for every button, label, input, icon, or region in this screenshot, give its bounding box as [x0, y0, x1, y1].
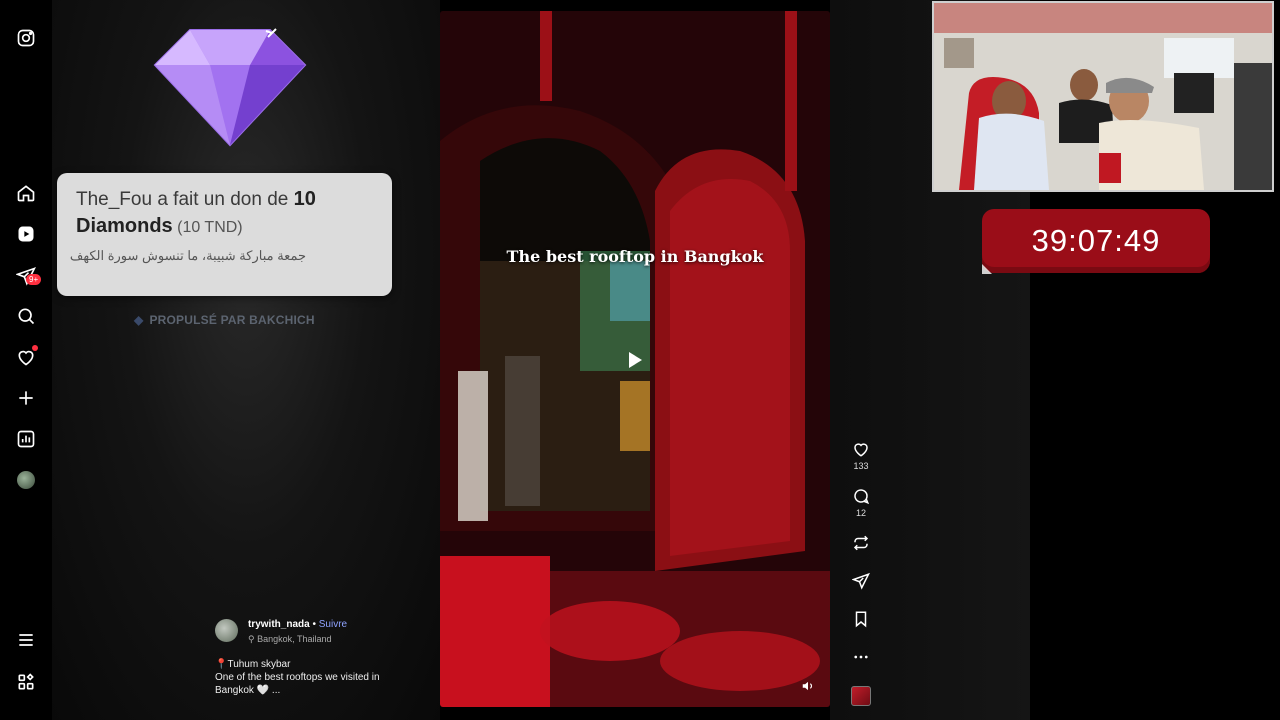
follow-button[interactable]: Suivre — [319, 619, 347, 630]
ellipsis-icon — [854, 655, 868, 659]
send-icon — [852, 572, 870, 590]
location-label: Bangkok, Thailand — [257, 634, 332, 644]
comment-count: 12 — [855, 508, 866, 518]
post-username[interactable]: trywith_nada — [248, 619, 310, 630]
video-caption: The best rooftop in Bangkok — [506, 247, 764, 266]
play-icon[interactable] — [627, 351, 643, 374]
reels-icon[interactable] — [14, 222, 38, 246]
donation-headline: The_Fou a fait un don de 10 Diamonds (10… — [76, 186, 376, 241]
sidebar: 9+ — [0, 0, 52, 720]
home-icon[interactable] — [14, 181, 38, 205]
post-caption[interactable]: 📍Tuhum skybar One of the best rooftops w… — [215, 658, 415, 697]
reel-video[interactable]: The best rooftop in Bangkok — [440, 11, 830, 707]
separator: • — [309, 619, 319, 630]
webcam-overlay — [932, 1, 1274, 192]
diamond-icon — [150, 25, 310, 150]
notifications-icon[interactable] — [14, 345, 38, 369]
instagram-icon[interactable] — [14, 26, 38, 50]
audio-thumbnail[interactable] — [851, 686, 871, 706]
notification-dot — [32, 345, 38, 351]
donation-converted: (10 TND) — [172, 219, 243, 236]
dashboard-icon[interactable] — [14, 427, 38, 451]
post-avatar[interactable] — [215, 619, 238, 642]
comment-icon — [854, 489, 870, 505]
powered-by-label: PROPULSÉ PAR BAKCHICH — [149, 313, 315, 327]
donation-message: جمعة مباركة شبيبة، ما تنسوش سورة الكهف — [69, 248, 306, 263]
messages-icon[interactable]: 9+ — [14, 264, 42, 288]
bookmark-icon — [855, 611, 867, 628]
repost-button[interactable] — [851, 534, 871, 552]
timer-text: 39:07:49 — [1031, 223, 1161, 258]
volume-icon[interactable] — [801, 679, 817, 695]
post-location[interactable]: ⚲ Bangkok, Thailand — [248, 634, 331, 645]
create-icon[interactable] — [14, 386, 38, 410]
menu-icon[interactable] — [14, 628, 38, 652]
donor-name: The_Fou — [76, 189, 153, 210]
caption-line-1: 📍Tuhum skybar — [215, 659, 291, 670]
heart-icon — [854, 443, 868, 457]
bakchich-icon: ◆ — [134, 313, 144, 327]
post-header: trywith_nada • Suivre — [248, 619, 347, 630]
save-button[interactable] — [851, 610, 871, 628]
share-button[interactable] — [851, 572, 871, 590]
caption-line-2: One of the best rooftops we visited in B… — [215, 672, 380, 696]
like-count: 133 — [853, 461, 869, 471]
more-options-button[interactable] — [851, 648, 871, 666]
search-icon[interactable] — [14, 304, 38, 328]
like-button[interactable]: 133 — [851, 440, 871, 471]
location-pin-icon: ⚲ — [248, 634, 258, 644]
donation-alert: The_Fou a fait un don de 10 Diamonds (10… — [57, 173, 392, 296]
powered-by: ◆ PROPULSÉ PAR BAKCHICH — [134, 313, 315, 327]
repost-icon — [853, 535, 869, 551]
notification-badge: 9+ — [26, 274, 42, 285]
more-icon[interactable] — [14, 670, 38, 694]
donation-action: a fait un don de — [152, 189, 294, 210]
stream-timer: 39:07:49 — [982, 209, 1210, 273]
profile-avatar[interactable] — [14, 468, 38, 492]
webcam-feed — [934, 3, 1272, 190]
comment-button[interactable]: 12 — [851, 487, 871, 518]
